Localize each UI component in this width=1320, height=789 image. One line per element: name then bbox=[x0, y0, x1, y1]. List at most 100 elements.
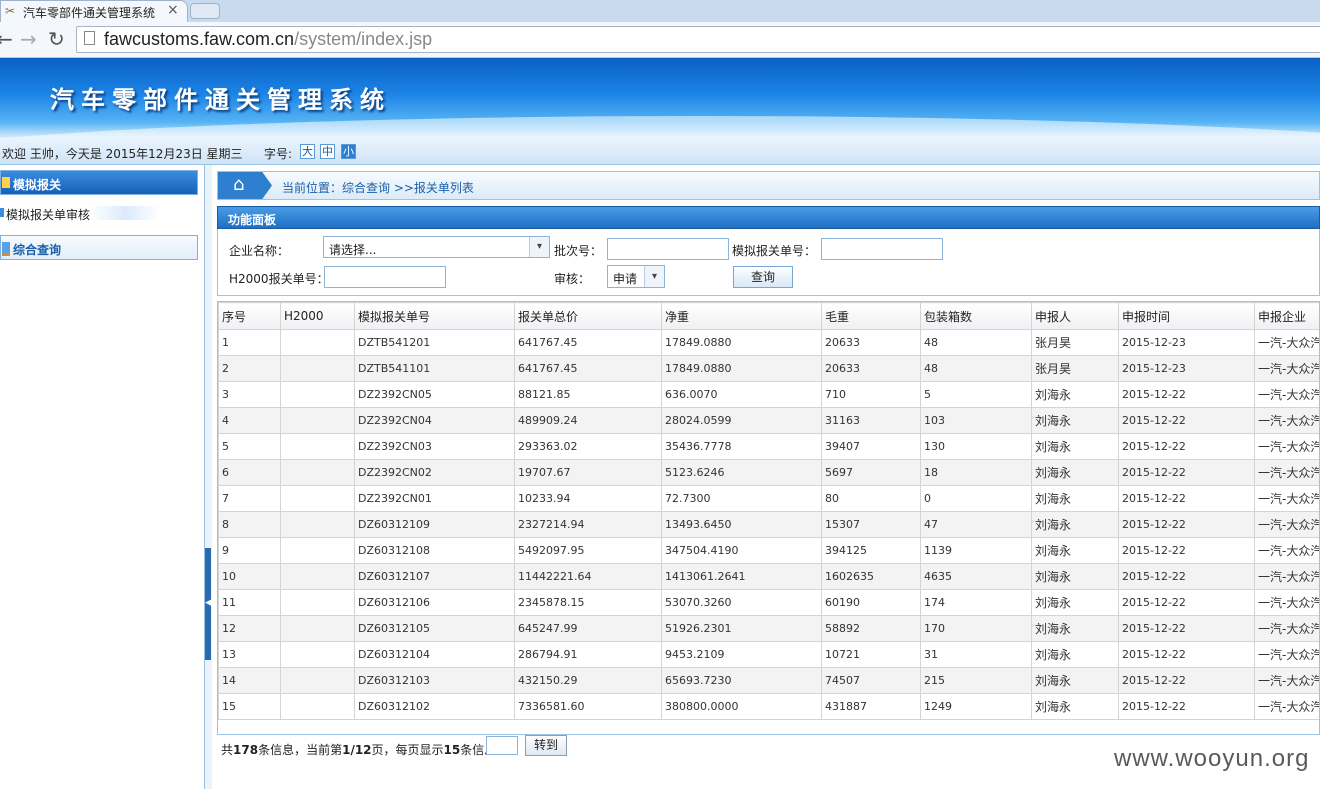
reload-icon[interactable]: ↻ bbox=[48, 27, 65, 51]
tab-close-icon[interactable]: × bbox=[167, 2, 179, 18]
table-cell bbox=[280, 641, 355, 668]
home-tab[interactable]: ⌂ bbox=[218, 172, 272, 199]
table-cell: 8 bbox=[218, 511, 281, 538]
table-row[interactable]: 12 DZ60312105 645247.99 51926.2301 58892 170 刘… bbox=[218, 615, 1319, 642]
font-size-large-button[interactable]: 大 bbox=[300, 144, 315, 159]
new-tab-button[interactable] bbox=[190, 3, 220, 19]
table-row[interactable]: 5 DZ2392CN03 293363.02 35436.7778 39407 130 刘海… bbox=[218, 433, 1319, 460]
page-number-input[interactable] bbox=[486, 736, 518, 755]
forward-arrow-icon[interactable]: → bbox=[20, 27, 37, 51]
table-cell: 7 bbox=[218, 485, 281, 512]
audit-select[interactable]: 申请 ▾ bbox=[607, 265, 665, 288]
table-cell: 17849.0880 bbox=[661, 329, 822, 356]
table-row[interactable]: 11 DZ60312106 2345878.15 53070.3260 60190 174… bbox=[218, 589, 1319, 616]
table-row[interactable]: 8 DZ60312109 2327214.94 13493.6450 15307 47 刘海… bbox=[218, 511, 1319, 538]
table-cell: 2 bbox=[218, 355, 281, 382]
table-cell: 286794.91 bbox=[514, 641, 662, 668]
mock-declaration-no-input[interactable] bbox=[821, 238, 943, 260]
table-row[interactable]: 15 DZ60312102 7336581.60 380800.0000 431887 1… bbox=[218, 693, 1319, 720]
goto-button[interactable]: 转到 bbox=[525, 735, 567, 756]
h2000-no-input[interactable] bbox=[324, 266, 446, 288]
sidebar-section-general-query[interactable]: 综合查询 bbox=[0, 235, 198, 260]
table-cell: DZ2392CN03 bbox=[354, 433, 515, 460]
font-size-medium-button[interactable]: 中 bbox=[320, 144, 335, 159]
column-header[interactable]: 包装箱数 bbox=[920, 302, 1032, 330]
table-cell: 88121.85 bbox=[514, 381, 662, 408]
table-cell: 2015-12-22 bbox=[1118, 485, 1255, 512]
table-cell: 一汽-大众汽 bbox=[1254, 381, 1319, 408]
browser-tab[interactable]: ✂ 汽车零部件通关管理系统 × bbox=[0, 0, 188, 22]
table-cell: 31 bbox=[920, 641, 1032, 668]
table-cell: 48 bbox=[920, 329, 1032, 356]
table-cell bbox=[280, 511, 355, 538]
table-row[interactable]: 4 DZ2392CN04 489909.24 28024.0599 31163 103 刘海… bbox=[218, 407, 1319, 434]
table-cell: 489909.24 bbox=[514, 407, 662, 434]
bullet-icon bbox=[0, 208, 4, 217]
table-row[interactable]: 13 DZ60312104 286794.91 9453.2109 10721 31 刘海永… bbox=[218, 641, 1319, 668]
table-cell: 15 bbox=[218, 693, 281, 720]
table-cell: 431887 bbox=[821, 693, 921, 720]
table-body: 1 DZTB541201 641767.45 17849.0880 20633 48 张月昊… bbox=[218, 329, 1319, 720]
table-row[interactable]: 9 DZ60312108 5492097.95 347504.4190 394125 11… bbox=[218, 537, 1319, 564]
table-row[interactable]: 10 DZ60312107 11442221.64 1413061.2641 16026… bbox=[218, 563, 1319, 590]
query-button[interactable]: 查询 bbox=[733, 266, 793, 288]
table-row[interactable]: 7 DZ2392CN01 10233.94 72.7300 80 0 刘海永 2015-12-… bbox=[218, 485, 1319, 512]
table-cell: 2015-12-22 bbox=[1118, 563, 1255, 590]
table-row[interactable]: 2 DZTB541101 641767.45 17849.0880 20633 48 张月昊… bbox=[218, 355, 1319, 382]
table-cell: 2015-12-22 bbox=[1118, 693, 1255, 720]
table-cell: 18 bbox=[920, 459, 1032, 486]
collapse-arrow-icon[interactable]: ◀ bbox=[205, 598, 212, 608]
column-header[interactable]: H2000 bbox=[280, 302, 355, 330]
table-cell bbox=[280, 459, 355, 486]
browser-tab-strip: ✂ 汽车零部件通关管理系统 × bbox=[0, 0, 1320, 22]
sidebar-section-mock-declaration[interactable]: 模拟报关 bbox=[0, 170, 198, 195]
table-cell: 51926.2301 bbox=[661, 615, 822, 642]
table-row[interactable]: 1 DZTB541201 641767.45 17849.0880 20633 48 张月昊… bbox=[218, 329, 1319, 356]
table-cell: DZ60312107 bbox=[354, 563, 515, 590]
table-cell: 刘海永 bbox=[1031, 693, 1119, 720]
table-row[interactable]: 6 DZ2392CN02 19707.67 5123.6246 5697 18 刘海永 201… bbox=[218, 459, 1319, 486]
table-cell: 2015-12-22 bbox=[1118, 667, 1255, 694]
table-cell: 347504.4190 bbox=[661, 537, 822, 564]
column-header[interactable]: 序号 bbox=[218, 302, 281, 330]
column-header[interactable]: 毛重 bbox=[821, 302, 921, 330]
table-cell: 35436.7778 bbox=[661, 433, 822, 460]
table-row[interactable]: 14 DZ60312103 432150.29 65693.7230 74507 215 刘… bbox=[218, 667, 1319, 694]
batch-no-input[interactable] bbox=[607, 238, 729, 260]
table-cell: DZ2392CN05 bbox=[354, 381, 515, 408]
table-cell: 10 bbox=[218, 563, 281, 590]
table-cell: 5123.6246 bbox=[661, 459, 822, 486]
table-cell: 一汽-大众汽 bbox=[1254, 485, 1319, 512]
table-row[interactable]: 3 DZ2392CN05 88121.85 636.0070 710 5 刘海永 2015-1… bbox=[218, 381, 1319, 408]
column-header[interactable]: 模拟报关单号 bbox=[354, 302, 515, 330]
column-header[interactable]: 申报人 bbox=[1031, 302, 1119, 330]
table-cell: DZ60312105 bbox=[354, 615, 515, 642]
table-cell: 9453.2109 bbox=[661, 641, 822, 668]
back-arrow-icon[interactable]: ← bbox=[0, 27, 13, 51]
hover-highlight bbox=[90, 206, 160, 220]
pagination-summary: 共178条信息，当前第1/12页，每页显示15条信息 bbox=[221, 741, 496, 758]
company-select[interactable]: 请选择... ▾ bbox=[323, 236, 550, 258]
table-cell: DZ60312106 bbox=[354, 589, 515, 616]
table-cell: 一汽-大众汽 bbox=[1254, 355, 1319, 382]
table-cell: 一汽-大众汽 bbox=[1254, 433, 1319, 460]
table-cell: 一汽-大众汽 bbox=[1254, 563, 1319, 590]
declaration-grid: 序号 H2000 模拟报关单号 报关单总价 净重 毛重 包装箱数 申报人 申报时… bbox=[218, 302, 1319, 720]
column-header[interactable]: 净重 bbox=[661, 302, 822, 330]
table-cell: 2015-12-22 bbox=[1118, 537, 1255, 564]
address-bar[interactable]: fawcustoms.faw.com.cn/system/index.jsp bbox=[76, 26, 1320, 53]
url-host: fawcustoms.faw.com.cn/system/index.jsp bbox=[104, 29, 432, 50]
column-header[interactable]: 报关单总价 bbox=[514, 302, 662, 330]
chart-icon bbox=[2, 242, 10, 256]
batch-no-label: 批次号： bbox=[554, 244, 603, 258]
table-cell: DZ60312108 bbox=[354, 537, 515, 564]
chevron-down-icon[interactable]: ▾ bbox=[529, 237, 549, 257]
sidebar-item-mock-review[interactable]: 模拟报关单审核 bbox=[0, 202, 198, 224]
table-cell: DZ60312102 bbox=[354, 693, 515, 720]
column-header[interactable]: 申报时间 bbox=[1118, 302, 1255, 330]
chevron-down-icon[interactable]: ▾ bbox=[644, 266, 664, 287]
font-size-small-button[interactable]: 小 bbox=[341, 144, 356, 159]
table-cell: 2015-12-22 bbox=[1118, 433, 1255, 460]
mock-declaration-no-label: 模拟报关单号： bbox=[732, 244, 817, 258]
column-header[interactable]: 申报企业 bbox=[1254, 302, 1319, 330]
